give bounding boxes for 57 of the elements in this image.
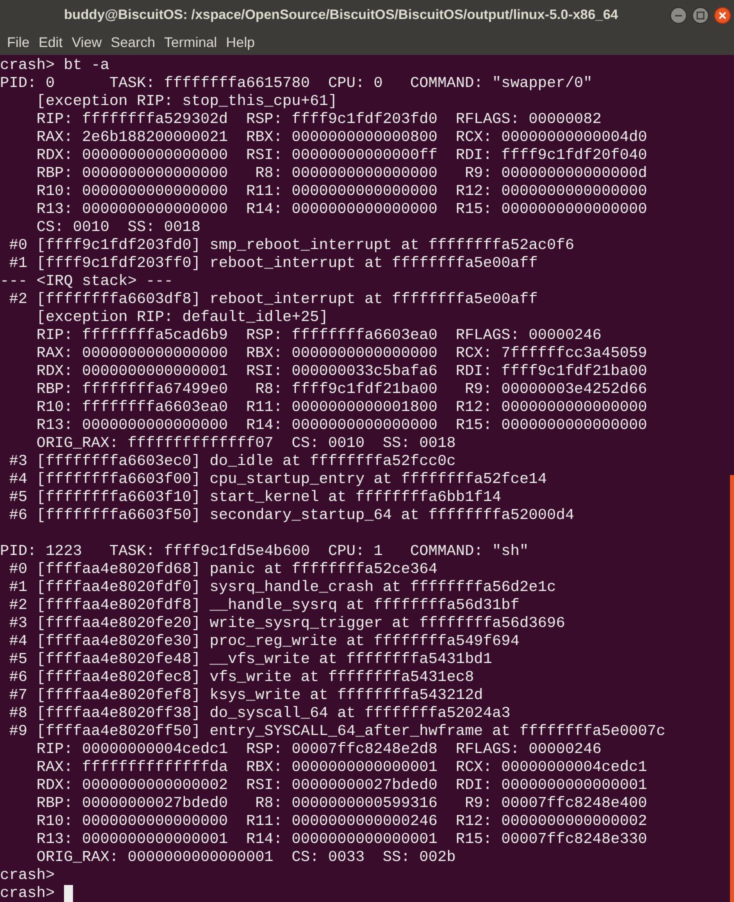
close-button[interactable] xyxy=(714,7,731,24)
terminal-line: RBP: ffffffffa67499e0 R8: ffff9c1fdf21ba00 R9: 00000003e4252d66 xyxy=(35,380,648,398)
terminal-line: [exception RIP: stop_this_cpu+61] xyxy=(35,92,338,110)
terminal-line: crash> xyxy=(0,884,55,902)
terminal-line: #6 [ffffaa4e8020fec8] vfs_write at ffffffffa5431ec8 xyxy=(8,668,474,686)
terminal-line: #3 [ffffffffa6603ec0] do_idle at ffffffffa52fcc0c xyxy=(8,452,456,470)
terminal-line: RBP: 0000000000000000 R8: 0000000000000000 R9: 000000000000000d xyxy=(35,164,648,182)
terminal-line: R13: 0000000000000000 R14: 0000000000000000 R15: 0000000000000000 xyxy=(35,200,648,218)
terminal-line: #1 [ffffaa4e8020fdf0] sysrq_handle_crash at ffffffffa56d2e1c xyxy=(8,578,556,596)
minimize-button[interactable] xyxy=(670,7,687,24)
terminal-line: RIP: 00000000004cedc1 RSP: 00007ffc8248e2d8 RFLAGS: 00000246 xyxy=(35,740,602,758)
terminal-line: --- <IRQ stack> --- xyxy=(0,272,174,290)
terminal-line: #8 [ffffaa4e8020ff38] do_syscall_64 at ffffffffa52024a3 xyxy=(8,704,510,722)
terminal-line: #6 [ffffffffa6603f50] secondary_startup_64 at ffffffffa52000d4 xyxy=(8,506,574,524)
terminal-line: crash> xyxy=(0,866,55,884)
terminal-line: #9 [ffffaa4e8020ff50] entry_SYSCALL_64_after_hwframe at ffffffffa5e0007c xyxy=(8,722,666,740)
terminal-line: RIP: ffffffffa5cad6b9 RSP: ffffffffa6603ea0 RFLAGS: 00000246 xyxy=(35,326,602,344)
terminal-line: #3 [ffffaa4e8020fe20] write_sysrq_trigger at ffffffffa56d3696 xyxy=(8,614,566,632)
terminal-line: RIP: ffffffffa529302d RSP: ffff9c1fdf203fd0 RFLAGS: 00000082 xyxy=(35,110,602,128)
terminal-line: RDX: 0000000000000000 RSI: 00000000000000ff RDI: ffff9c1fdf20f040 xyxy=(35,146,648,164)
terminal-line: RAX: 2e6b188200000021 RBX: 0000000000000800 RCX: 00000000000004d0 xyxy=(35,128,648,146)
terminal-line: R10: 0000000000000000 R11: 0000000000000000 R12: 0000000000000000 xyxy=(35,182,648,200)
terminal-line: RDX: 0000000000000002 RSI: 00000000027bded0 RDI: 0000000000000001 xyxy=(35,776,648,794)
terminal-line: CS: 0010 SS: 0018 xyxy=(35,218,201,236)
terminal-line: ORIG_RAX: ffffffffffffff07 CS: 0010 SS: 0018 xyxy=(35,434,456,452)
terminal-line: R13: 0000000000000001 R14: 0000000000000001 R15: 00007ffc8248e330 xyxy=(35,830,648,848)
terminal-line: #4 [ffffaa4e8020fe30] proc_reg_write at ffffffffa549f694 xyxy=(8,632,520,650)
menu-item[interactable]: View xyxy=(68,32,106,53)
menu-item[interactable]: Search xyxy=(106,32,160,53)
terminal-line: [exception RIP: default_idle+25] xyxy=(35,308,328,326)
terminal-line: #0 [ffff9c1fdf203fd0] smp_reboot_interrupt at ffffffffa52ac0f6 xyxy=(8,236,574,254)
menu-item[interactable]: Help xyxy=(222,32,259,53)
terminal-line: #5 [ffffaa4e8020fe48] __vfs_write at ffffffffa5431bd1 xyxy=(8,650,492,668)
menu-item[interactable]: Terminal xyxy=(160,32,222,53)
terminal-line: PID: 0 TASK: ffffffffa6615780 CPU: 0 COMMAND: "swapper/0" xyxy=(0,74,592,92)
terminal-line: #2 [ffffffffa6603df8] reboot_interrupt at ffffffffa5e00aff xyxy=(8,290,538,308)
menu-item[interactable]: File xyxy=(3,32,34,53)
terminal-line: #1 [ffff9c1fdf203ff0] reboot_interrupt at ffffffffa5e00aff xyxy=(8,254,538,272)
window-title: buddy@BiscuitOS: /xspace/OpenSource/BiscuitOS/BiscuitOS/output/linux-5.0-x86_64 xyxy=(64,6,618,24)
menu-item[interactable]: Edit xyxy=(34,32,67,53)
terminal-line: RAX: 0000000000000000 RBX: 0000000000000000 RCX: 7ffffffcc3a45059 xyxy=(35,344,648,362)
terminal-line: #4 [ffffffffa6603f00] cpu_startup_entry at ffffffffa52fce14 xyxy=(8,470,547,488)
terminal-line: crash> bt -a xyxy=(0,56,110,74)
terminal-line: R13: 0000000000000000 R14: 0000000000000000 R15: 0000000000000000 xyxy=(35,416,648,434)
terminal-line: #2 [ffffaa4e8020fdf8] __handle_sysrq at ffffffffa56d31bf xyxy=(8,596,520,614)
terminal-line: RAX: ffffffffffffffda RBX: 0000000000000001 RCX: 00000000004cedc1 xyxy=(35,758,648,776)
terminal-line: RDX: 0000000000000001 RSI: 000000033c5bafa6 RDI: ffff9c1fdf21ba00 xyxy=(35,362,648,380)
terminal-line: #0 [ffffaa4e8020fd68] panic at ffffffffa52ce364 xyxy=(8,560,438,578)
terminal-line: ORIG_RAX: 0000000000000001 CS: 0033 SS: 002b xyxy=(35,848,456,866)
terminal-line: RBP: 00000000027bded0 R8: 0000000000599316 R9: 00007ffc8248e400 xyxy=(35,794,648,812)
terminal-line: #5 [ffffffffa6603f10] start_kernel at ffffffffa6bb1f14 xyxy=(8,488,502,506)
terminal-line: R10: 0000000000000000 R11: 0000000000000246 R12: 0000000000000002 xyxy=(35,812,648,830)
maximize-button[interactable] xyxy=(692,7,709,24)
terminal-line: R10: ffffffffa6603ea0 R11: 0000000000001800 R12: 0000000000000000 xyxy=(35,398,648,416)
terminal-line: #7 [ffffaa4e8020fef8] ksys_write at ffffffffa543212d xyxy=(8,686,484,704)
scrollbar-thumb[interactable] xyxy=(730,475,734,902)
terminal-line: PID: 1223 TASK: ffff9c1fd5e4b600 CPU: 1 COMMAND: "sh" xyxy=(0,542,529,560)
